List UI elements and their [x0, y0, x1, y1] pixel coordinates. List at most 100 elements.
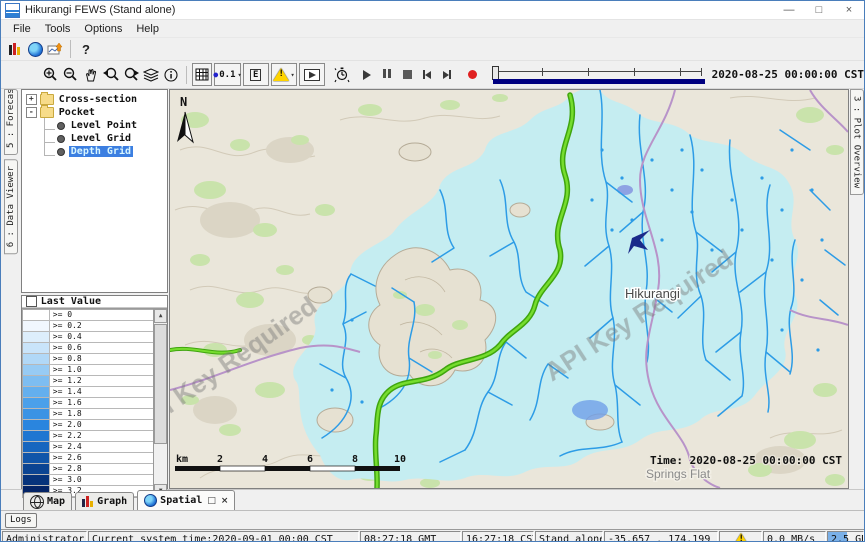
legend-row[interactable]: >= 2.2 [23, 431, 153, 442]
legend-row-label: >= 0.8 [50, 354, 153, 364]
legend-row[interactable]: >= 2.8 [23, 464, 153, 475]
scroll-up-icon[interactable]: ▲ [154, 309, 167, 323]
map-canvas: API Key Required API Key Required Hikura… [170, 90, 848, 488]
tree-item-pocket[interactable]: - Pocket [22, 106, 167, 119]
legend-row[interactable]: >= 0.6 [23, 343, 153, 354]
play-icon[interactable] [358, 65, 376, 85]
pause-icon[interactable] [378, 65, 396, 85]
close-button[interactable]: × [834, 1, 864, 19]
panel-close-icon[interactable]: × [221, 496, 229, 506]
tab-data-viewer[interactable]: 6 : Data Viewer [4, 159, 18, 254]
legend-row[interactable]: >= 2.0 [23, 420, 153, 431]
expander-icon[interactable]: + [26, 94, 37, 105]
left-panel: + Cross-section - Pocket Level Point [21, 89, 169, 489]
info-icon[interactable] [162, 65, 180, 85]
legend-row[interactable]: >= 1.6 [23, 398, 153, 409]
last-value-checkbox[interactable] [26, 296, 37, 307]
menu-options[interactable]: Options [77, 23, 129, 35]
legend-row[interactable]: >= 1.0 [23, 365, 153, 376]
maximize-button[interactable]: □ [804, 1, 834, 19]
record-icon[interactable] [463, 65, 481, 85]
legend-row-label: >= 1.4 [50, 387, 153, 397]
legend-row[interactable]: >= 2.6 [23, 453, 153, 464]
threshold-dropdown[interactable]: ●0.1▾ [214, 63, 240, 86]
scroll-thumb[interactable] [154, 324, 167, 444]
svg-text:4: 4 [262, 454, 268, 465]
expander-icon[interactable]: - [26, 107, 37, 118]
tree-item-depth-grid[interactable]: Depth Grid [44, 145, 167, 158]
menu-tools[interactable]: Tools [38, 23, 78, 35]
map-view[interactable]: API Key Required API Key Required Hikura… [169, 89, 849, 489]
panel-maximize-icon[interactable]: □ [207, 496, 216, 506]
legend-scrollbar[interactable]: ▲ ▼ [153, 309, 167, 498]
legend-color-swatch [23, 420, 50, 430]
folder-icon [40, 107, 54, 118]
app-logo-icon [5, 3, 20, 18]
svg-text:N: N [180, 95, 187, 109]
zoom-out-icon[interactable] [62, 65, 80, 85]
tree-item-level-grid[interactable]: Level Grid [44, 132, 167, 145]
help-icon[interactable]: ? [77, 39, 95, 59]
warning-dropdown[interactable]: ▾ [271, 63, 297, 86]
animation-export-icon[interactable] [299, 63, 325, 86]
map-icon[interactable] [26, 39, 44, 59]
legend-row[interactable]: >= 0.4 [23, 332, 153, 343]
tree-item-label-selected[interactable]: Depth Grid [69, 146, 133, 157]
legend-row[interactable]: >= 1.4 [23, 387, 153, 398]
legend-row[interactable]: >= 0.2 [23, 321, 153, 332]
tab-forecast[interactable]: 5 : Forecast [4, 89, 18, 155]
legend-row-label: >= 2.0 [50, 420, 153, 430]
legend-row[interactable]: >= 3.0 [23, 475, 153, 486]
legend-color-swatch [23, 343, 50, 353]
tab-map[interactable]: Map [23, 492, 72, 510]
deep-flood-spot [572, 400, 608, 420]
legend-row-label: >= 1.6 [50, 398, 153, 408]
town-label: Hikurangi [625, 286, 680, 301]
warning-icon [733, 533, 749, 542]
spatial-display-icon[interactable] [46, 39, 64, 59]
last-value-label: Last Value [41, 296, 101, 307]
left-tab-strip: 5 : Forecast 6 : Data Viewer [1, 89, 21, 489]
zoom-in-icon[interactable] [42, 65, 60, 85]
tab-spatial[interactable]: Spatial □ × [137, 490, 235, 510]
scale-unit: km [176, 454, 188, 465]
legend-row-label: >= 3.0 [50, 475, 153, 485]
tab-graph[interactable]: Graph [75, 492, 134, 510]
step-back-icon[interactable] [418, 65, 436, 85]
layers-icon[interactable] [142, 65, 160, 85]
tree-item-label[interactable]: Level Grid [69, 133, 133, 144]
legend-row[interactable]: >= 2.4 [23, 442, 153, 453]
zoom-previous-icon[interactable] [102, 65, 120, 85]
legend-color-swatch [23, 354, 50, 364]
legend-row[interactable]: >= 0.8 [23, 354, 153, 365]
tab-plot-overview[interactable]: 3 : Plot Overview [850, 89, 864, 195]
legend-row[interactable]: >= 1.2 [23, 376, 153, 387]
time-slider[interactable] [492, 65, 705, 85]
zoom-next-icon[interactable] [122, 65, 140, 85]
menu-help[interactable]: Help [129, 23, 166, 35]
minimize-button[interactable]: — [774, 1, 804, 19]
logs-button[interactable]: Logs [5, 513, 37, 528]
menu-file[interactable]: File [6, 23, 38, 35]
legend-row[interactable]: >= 1.8 [23, 409, 153, 420]
stop-icon[interactable] [398, 65, 416, 85]
legend-color-swatch [23, 398, 50, 408]
tree-item-label[interactable]: Level Point [69, 120, 139, 131]
tab-graph-label: Graph [97, 496, 127, 507]
tree-item-label[interactable]: Pocket [57, 107, 97, 118]
pan-icon[interactable] [82, 65, 100, 85]
tree-item-level-point[interactable]: Level Point [44, 119, 167, 132]
tree-item-label[interactable]: Cross-section [57, 94, 139, 105]
legend-color-swatch [23, 409, 50, 419]
step-forward-icon[interactable] [438, 65, 456, 85]
timer-icon[interactable] [333, 65, 351, 85]
status-warning-cell[interactable] [719, 531, 762, 542]
legend-icon[interactable]: E [243, 63, 269, 86]
legend-row-label: >= 1.0 [50, 365, 153, 375]
time-slider-handle[interactable] [492, 66, 499, 80]
grid-icon[interactable] [192, 63, 212, 86]
database-explorer-icon[interactable] [6, 39, 24, 59]
time-slider-range [493, 79, 704, 84]
legend-row[interactable]: >= 0 [23, 310, 153, 321]
legend-color-swatch [23, 387, 50, 397]
